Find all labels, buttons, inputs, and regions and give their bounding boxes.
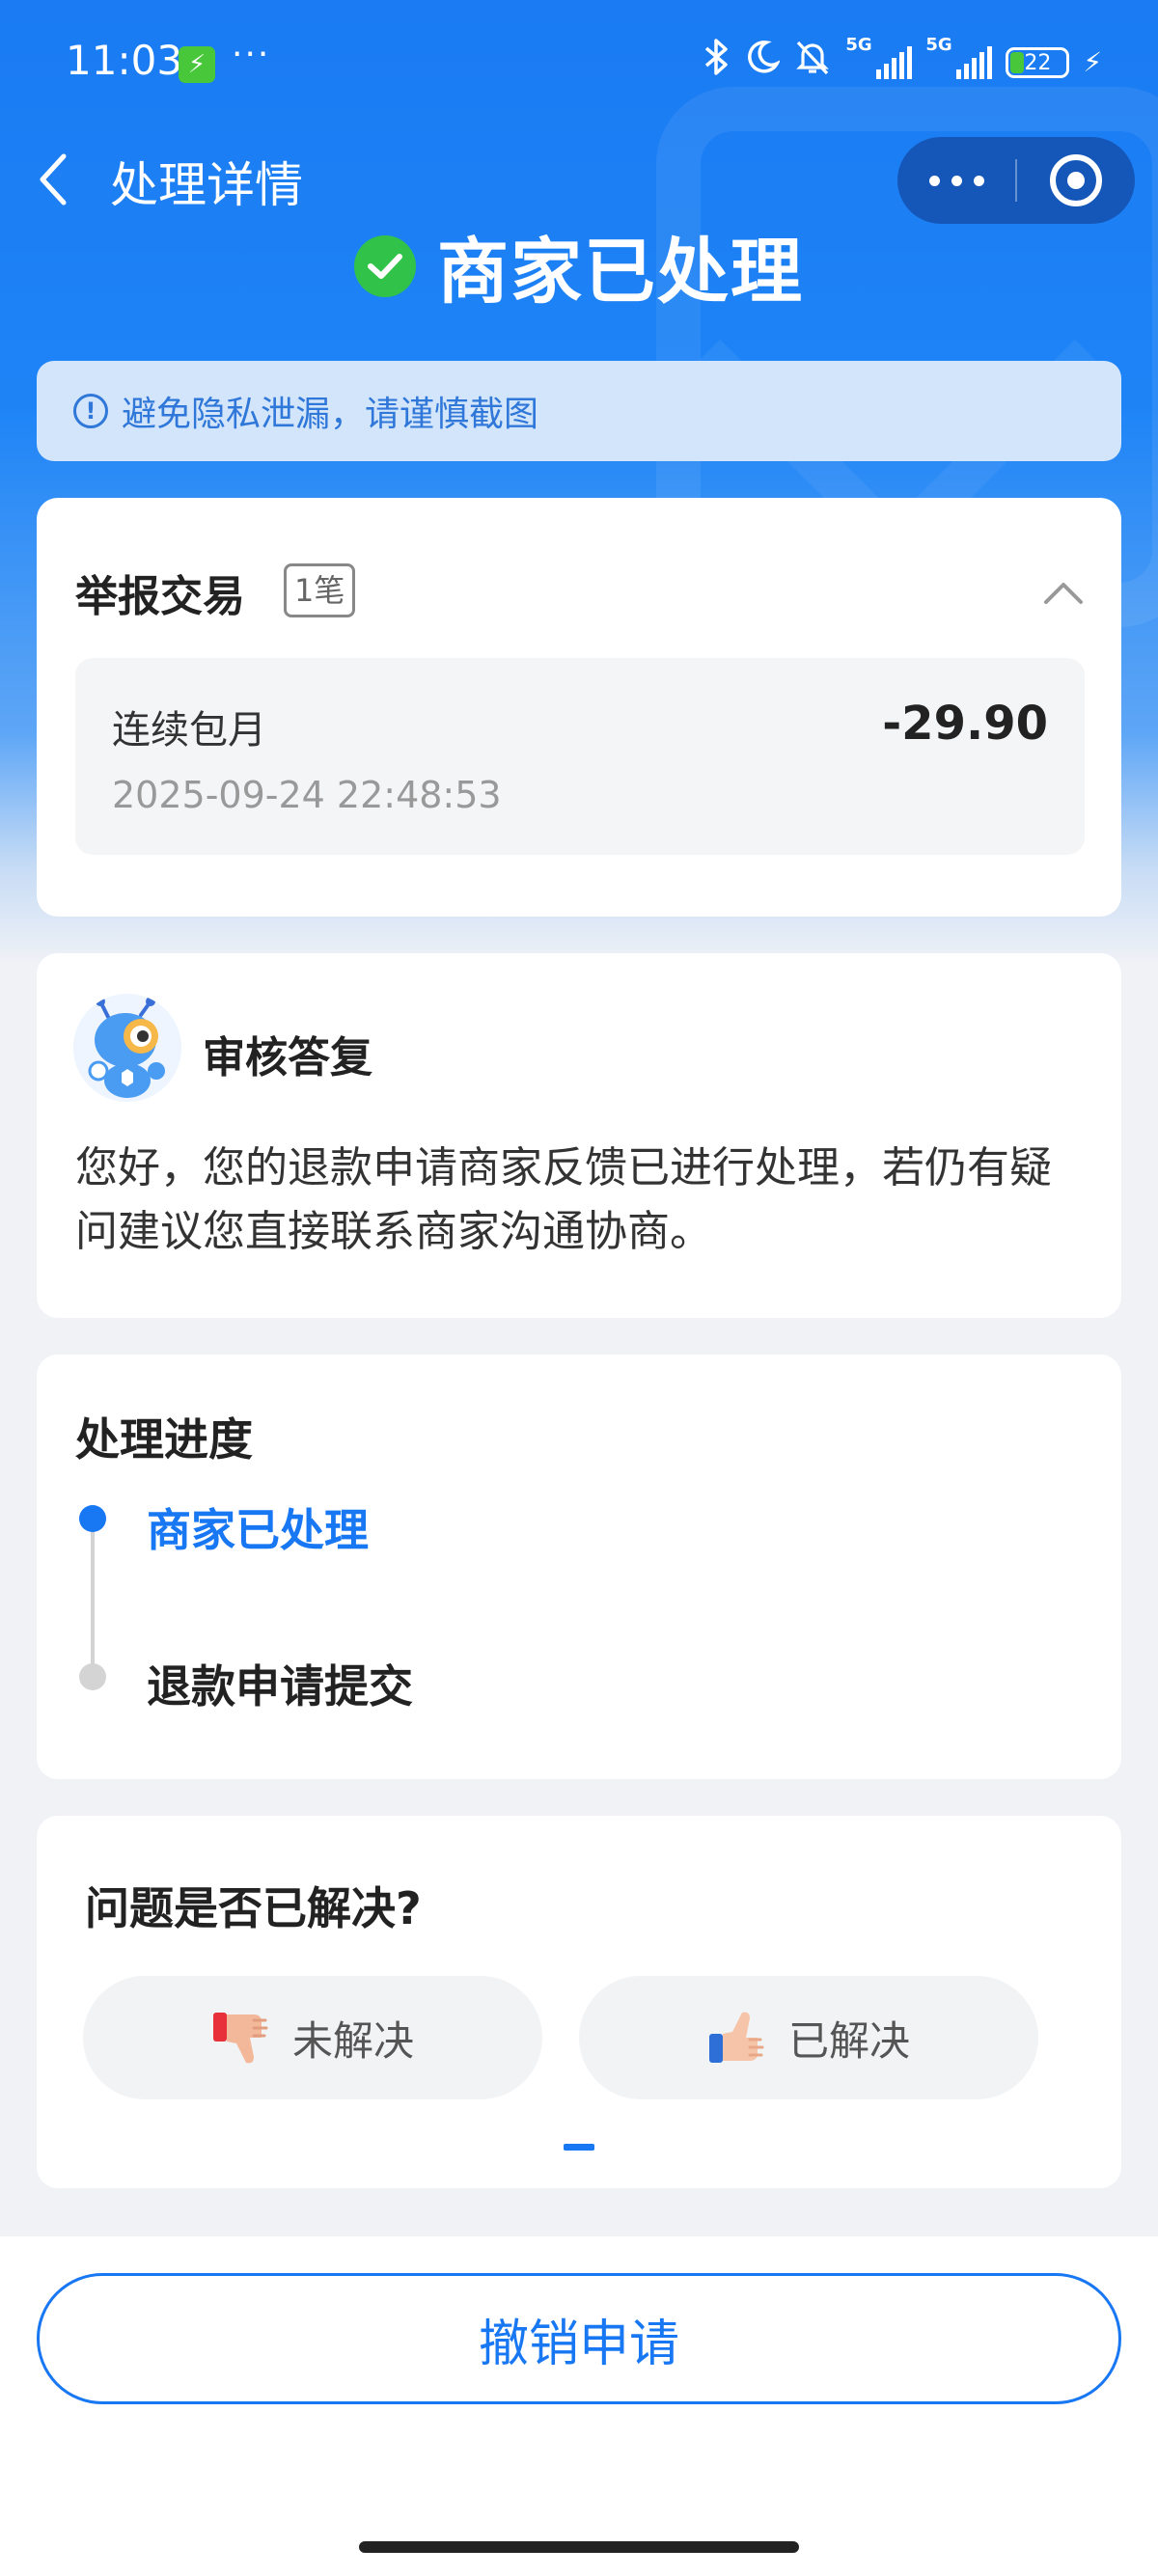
- feedback-card: 问题是否已解决? 未解决 已解决: [37, 1816, 1121, 2188]
- status-header: 商家已处理: [0, 214, 1158, 317]
- resolved-button[interactable]: 已解决: [579, 1976, 1038, 2099]
- chevron-left-icon[interactable]: [35, 152, 73, 206]
- transaction-name: 连续包月: [112, 708, 266, 753]
- progress-card: 处理进度 商家已处理 退款申请提交: [37, 1355, 1121, 1779]
- battery-level: 22: [1024, 50, 1052, 75]
- privacy-notice: ! 避免隐私泄漏，请谨慎截图: [37, 361, 1121, 461]
- signal-2-label: 5G: [925, 35, 952, 55]
- resolved-label: 已解决: [787, 2016, 910, 2065]
- transaction-item[interactable]: 连续包月 -29.90 2025-09-24 22:48:53: [75, 658, 1085, 855]
- progress-title: 处理进度: [75, 1413, 253, 1466]
- privacy-text: 避免隐私泄漏，请谨慎截图: [122, 395, 539, 434]
- signal-1-label: 5G: [845, 35, 872, 55]
- progress-step-submitted: 退款申请提交: [147, 1660, 413, 1713]
- transaction-title: 举报交易: [75, 572, 245, 621]
- unresolved-button[interactable]: 未解决: [83, 1976, 542, 2099]
- progress-step-current: 商家已处理: [147, 1504, 369, 1556]
- moon-icon: [745, 39, 782, 87]
- reply-title: 审核答复: [203, 1033, 372, 1082]
- thumbs-down-icon: [211, 2009, 275, 2067]
- status-icons: 5G 5G 22 ⚡: [703, 35, 1102, 88]
- battery-icon: 22: [1006, 47, 1070, 78]
- bottom-action-bar: 撤销申请: [0, 2236, 1158, 2576]
- reply-text: 您好，您的退款申请商家反馈已进行处理，若仍有疑问建议您直接联系商家沟通协商。: [75, 1143, 1052, 1256]
- signal-2-icon: 5G: [925, 35, 993, 79]
- page-title: 处理详情: [110, 157, 303, 213]
- charging-icon: ⚡: [1083, 46, 1102, 78]
- mascot-avatar: [73, 994, 181, 1102]
- target-icon[interactable]: [1017, 154, 1135, 206]
- info-icon: !: [73, 394, 108, 428]
- mini-program-capsule: [897, 137, 1135, 224]
- feedback-question: 问题是否已解决?: [85, 1882, 422, 1934]
- home-indicator[interactable]: [359, 2541, 799, 2553]
- bolt-icon: ⚡: [179, 46, 215, 83]
- status-title: 商家已处理: [437, 231, 804, 314]
- cancel-application-button[interactable]: 撤销申请: [37, 2273, 1121, 2404]
- transaction-count-badge: 1笔: [284, 563, 356, 617]
- carousel-indicator: [564, 2144, 594, 2151]
- check-circle-icon: [354, 234, 416, 297]
- signal-1-icon: 5G: [845, 35, 913, 79]
- status-dots: ···: [232, 35, 271, 74]
- progress-dot: [79, 1663, 106, 1690]
- chevron-up-icon[interactable]: [1042, 571, 1085, 614]
- unresolved-label: 未解决: [291, 2016, 414, 2065]
- transaction-amount: -29.90: [882, 697, 1048, 751]
- progress-line: [91, 1521, 95, 1677]
- more-icon[interactable]: [897, 175, 1015, 186]
- status-bar: 11:03 ⚡ ··· 5G 5G 22 ⚡: [0, 0, 1158, 130]
- review-reply-card: 审核答复 您好，您的退款申请商家反馈已进行处理，若仍有疑问建议您直接联系商家沟通…: [37, 953, 1121, 1318]
- transaction-card: 举报交易 1笔 连续包月 -29.90 2025-09-24 22:48:53: [37, 498, 1121, 917]
- bluetooth-icon: [703, 38, 731, 88]
- bell-muted-icon: [793, 38, 832, 88]
- status-time: 11:03: [66, 37, 183, 84]
- transaction-time: 2025-09-24 22:48:53: [112, 774, 502, 816]
- progress-dot-active: [79, 1505, 106, 1532]
- thumbs-up-icon: [707, 2009, 771, 2067]
